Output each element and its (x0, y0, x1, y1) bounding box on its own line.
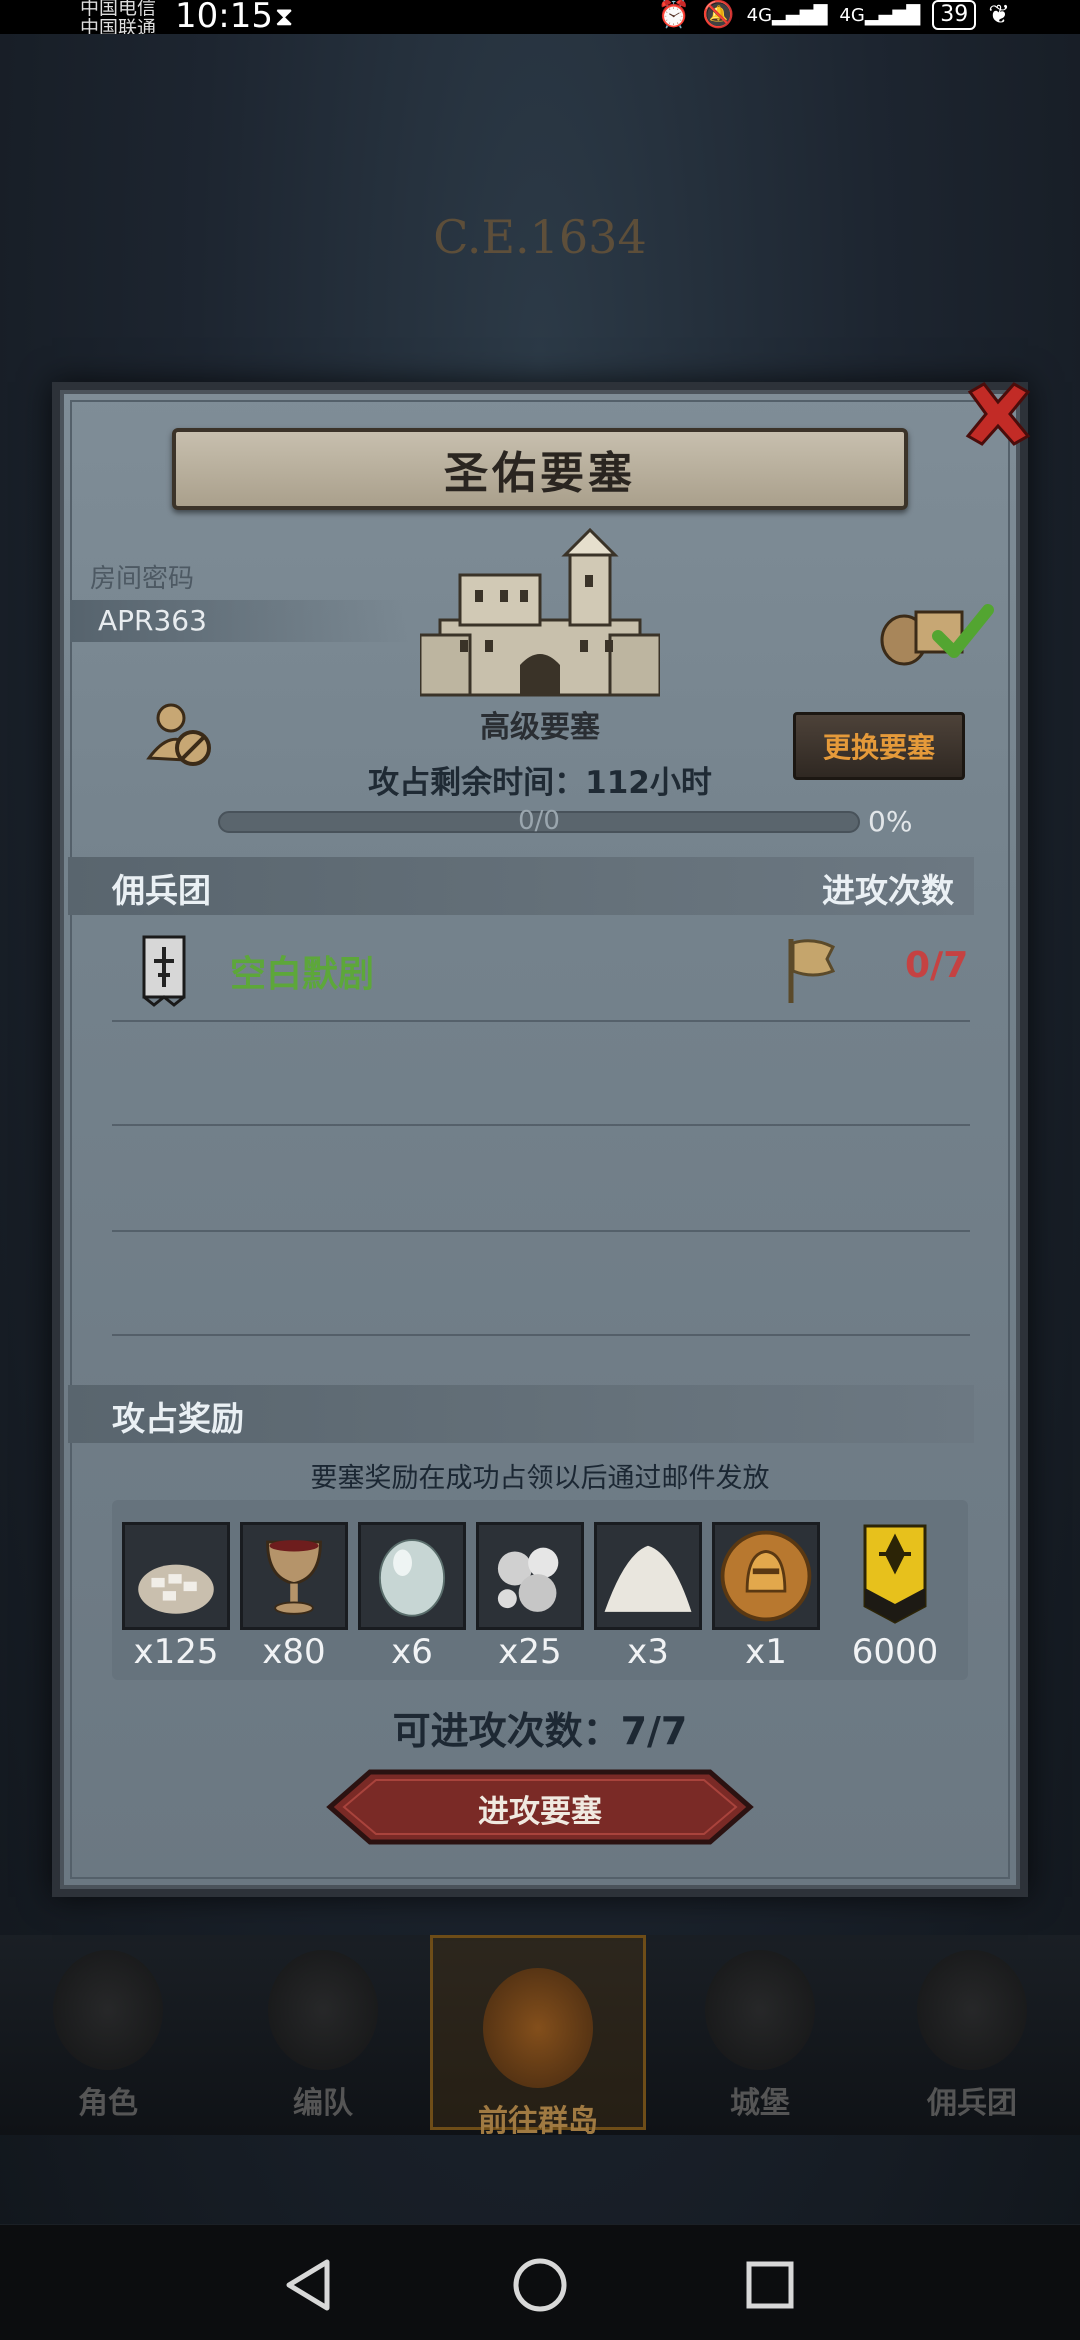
signal-icon-2: 4G▂▄▆█ (839, 4, 921, 26)
time-left: 攻占剩余时间：112小时 (368, 765, 712, 801)
era-banner: C.E.1634 (433, 210, 647, 264)
nav-character[interactable]: 角色 (28, 1950, 188, 2130)
reward-qty: x3 (627, 1632, 669, 1672)
row-divider (112, 1230, 970, 1232)
nav-mercenary[interactable]: 佣兵团 (892, 1950, 1052, 2130)
silver-sack-icon (138, 1564, 214, 1614)
nav-label: 城堡 (730, 2086, 790, 2121)
reward-item-pearls[interactable] (476, 1522, 584, 1630)
status-bar: 中国电信 中国联通 10:15 ⧗ ⏰ 🔕 4G▂▄▆█ 4G▂▄▆█ 39 ❦ (0, 0, 1080, 38)
knight-icon (53, 1950, 163, 2070)
switch-fortress-button[interactable]: 更换要塞 (793, 712, 965, 780)
back-button[interactable] (278, 2255, 338, 2315)
dialog-title: 圣佑要塞 (444, 448, 636, 499)
row-divider (112, 1020, 970, 1022)
attacks-available: 可进攻次数：7/7 (392, 1709, 688, 1753)
mercenary-attack-count: 0/7 (905, 945, 969, 986)
reward-qty: x1 (745, 1632, 787, 1672)
nav-islands[interactable]: 前往群岛 (430, 1935, 646, 2139)
recents-button[interactable] (740, 2255, 800, 2315)
fortress-level: 高级要塞 (480, 710, 600, 745)
no-user-icon (146, 703, 211, 766)
banner-icon (142, 935, 186, 1007)
compass-icon (483, 1968, 593, 2088)
reward-item-salt[interactable] (594, 1522, 702, 1630)
loot-claimed-icon[interactable] (876, 590, 996, 670)
row-divider (112, 1124, 970, 1126)
rank-badge-icon (863, 1524, 927, 1624)
mercenary-name: 空白默剧 (230, 954, 375, 995)
home-icon (513, 2258, 567, 2312)
capture-progress-count: 0/0 (518, 806, 560, 836)
system-nav-bar (0, 2225, 1080, 2340)
fortress-icon (420, 527, 660, 697)
clock: 10:15 (175, 0, 273, 36)
reward-qty: x80 (262, 1632, 326, 1672)
capture-progress-percent: 0% (868, 805, 913, 838)
room-code[interactable]: APR363 (98, 604, 207, 637)
mercenary-icon (917, 1950, 1027, 2070)
status-icons: ⏰ 🔕 4G▂▄▆█ 4G▂▄▆█ 39 ❦ (658, 0, 1010, 30)
attack-fortress-label: 进攻要塞 (478, 1794, 602, 1830)
recents-icon (746, 2261, 794, 2309)
close-button[interactable] (958, 372, 1038, 456)
leaf-icon: ❦ (988, 0, 1010, 30)
home-button[interactable] (510, 2255, 570, 2315)
mercenary-section-title: 佣兵团 (112, 871, 211, 910)
nav-label: 前往群岛 (478, 2104, 598, 2139)
reward-note: 要塞奖励在成功占领以后通过邮件发放 (310, 1463, 770, 1494)
signal-icon-1: 4G▂▄▆█ (746, 4, 828, 26)
reward-item-silver[interactable] (122, 1522, 230, 1630)
helmet-medal-icon (720, 1530, 812, 1622)
carrier-1: 中国电信 (80, 0, 157, 19)
nav-label: 编队 (293, 2086, 353, 2121)
close-icon (965, 382, 1031, 446)
reward-qty: x6 (391, 1632, 433, 1672)
row-divider (112, 1334, 970, 1336)
reward-item-helmet-medal[interactable] (712, 1522, 820, 1630)
goblet-icon (266, 1540, 322, 1615)
hourglass-icon: ⧗ (275, 2, 294, 32)
castle-icon (705, 1950, 815, 2070)
flag-icon (788, 939, 836, 1003)
dialog-title-plate: 圣佑要塞 (172, 428, 908, 510)
attack-count-header: 进攻次数 (822, 871, 954, 910)
reward-item-gem[interactable] (358, 1522, 466, 1630)
nav-label: 佣兵团 (927, 2086, 1017, 2121)
reward-section-title: 攻占奖励 (112, 1399, 244, 1438)
nav-castle[interactable]: 城堡 (680, 1950, 840, 2130)
reward-item-goblet[interactable] (240, 1522, 348, 1630)
reward-qty: 6000 (851, 1632, 939, 1672)
alarm-icon: ⏰ (657, 0, 691, 30)
nav-label: 角色 (78, 2086, 138, 2121)
back-icon (286, 2259, 330, 2311)
nav-formation[interactable]: 编队 (243, 1950, 403, 2130)
gem-stone-icon (378, 1539, 446, 1617)
reward-item-rank-badge[interactable] (855, 1522, 935, 1630)
mute-icon: 🔕 (702, 0, 735, 30)
battery-indicator: 39 (932, 0, 977, 30)
reward-qty: x125 (133, 1632, 219, 1672)
reward-qty: x25 (498, 1632, 562, 1672)
room-code-label: 房间密码 (90, 564, 195, 594)
carrier-names: 中国电信 中国联通 (80, 0, 156, 38)
helmet-icon (268, 1950, 378, 2070)
salt-pile-icon (604, 1545, 692, 1612)
pearls-icon (497, 1547, 559, 1612)
